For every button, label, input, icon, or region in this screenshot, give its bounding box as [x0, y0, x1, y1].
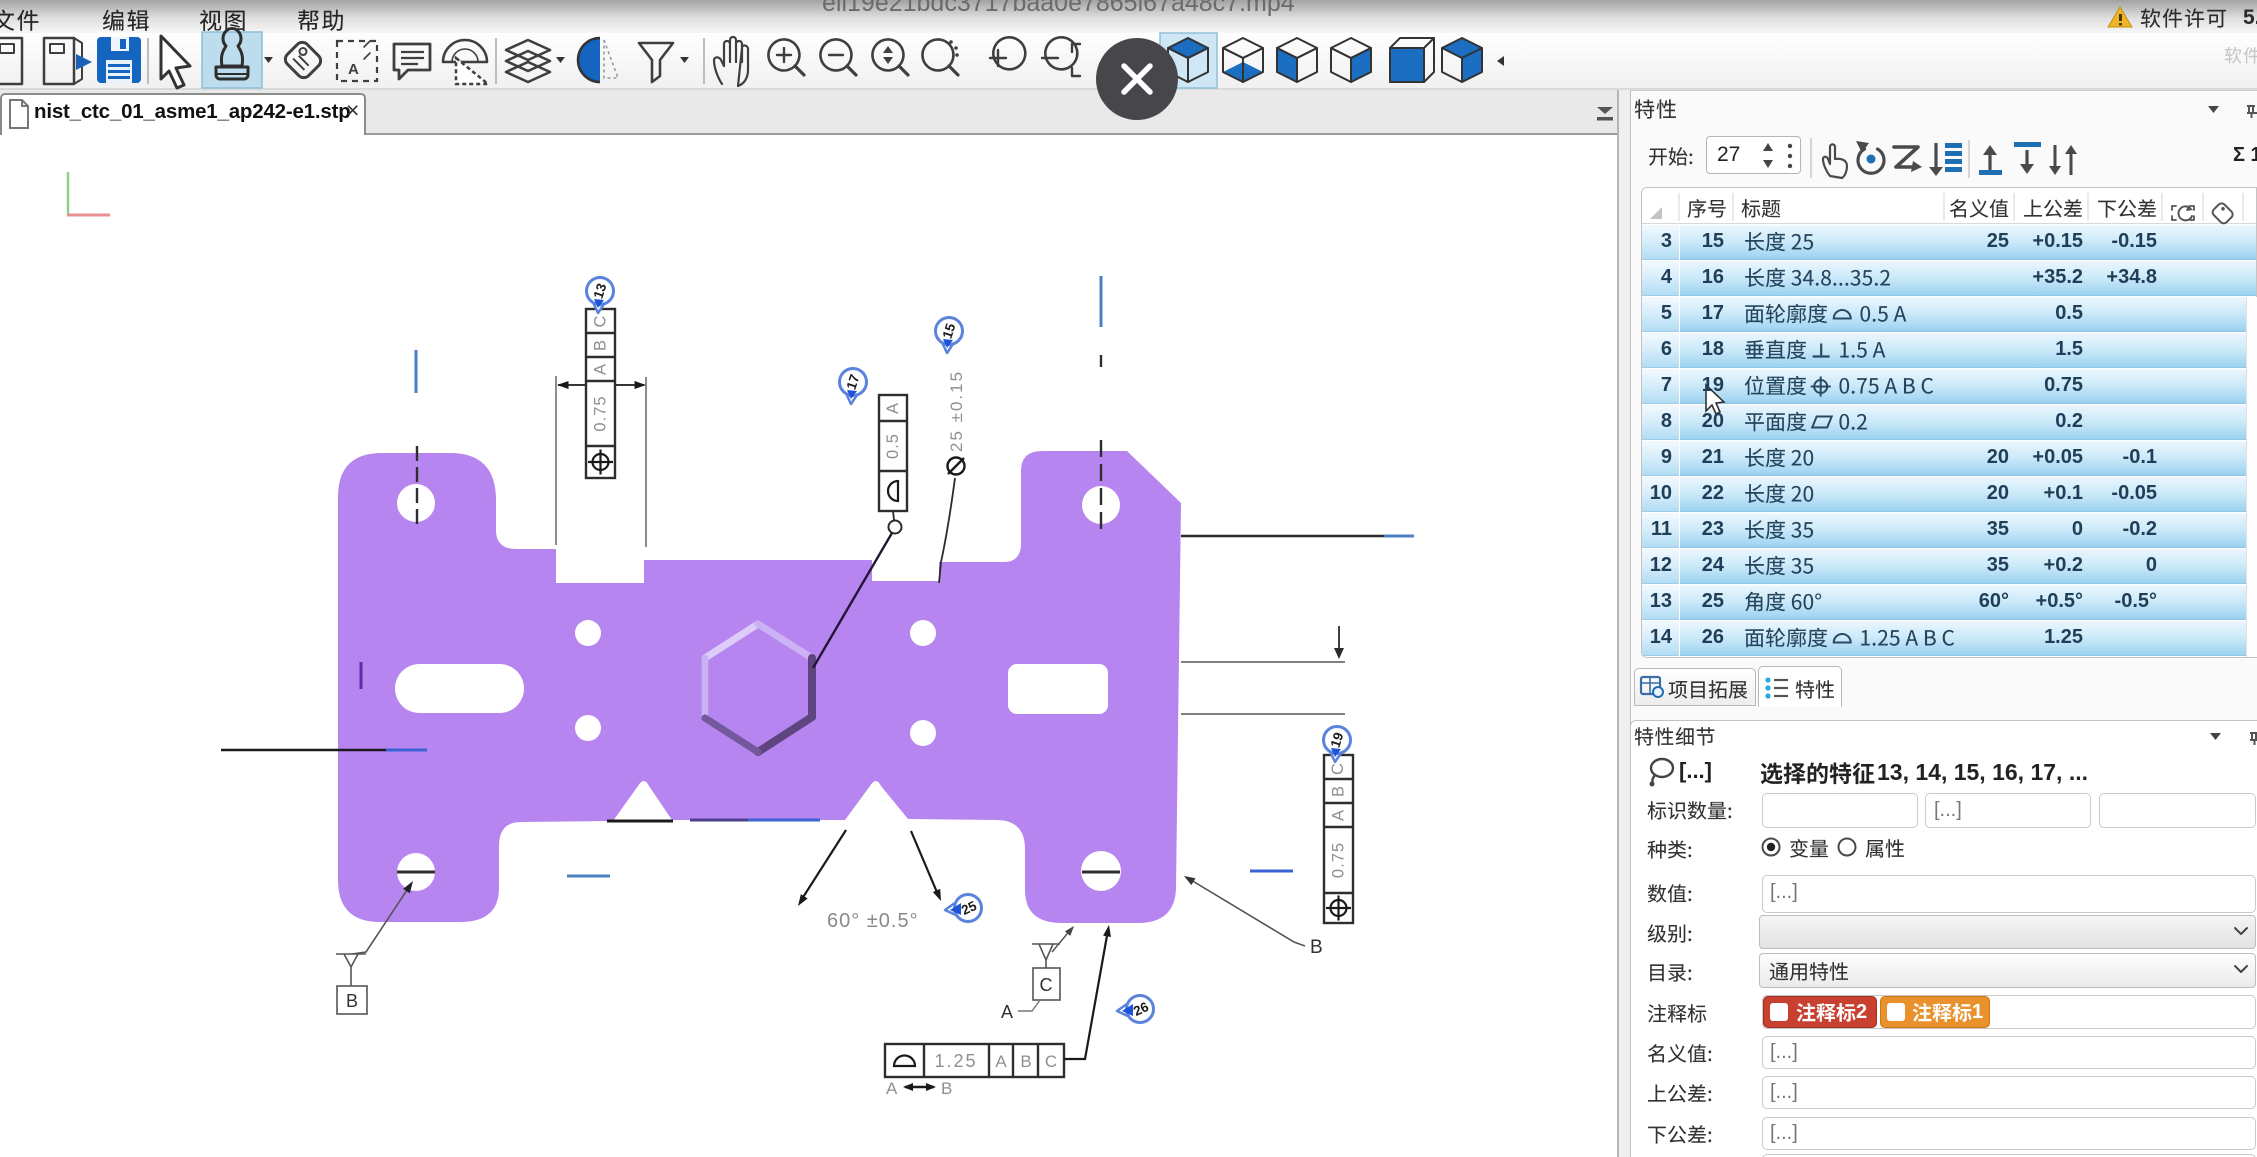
svg-text:A: A — [1001, 1002, 1013, 1022]
svg-text:A: A — [348, 61, 359, 78]
svg-text:A: A — [592, 363, 610, 375]
svg-text:A: A — [995, 1052, 1007, 1071]
svg-text:C: C — [1045, 1052, 1057, 1071]
svg-text:0.75: 0.75 — [592, 395, 610, 431]
svg-text:C: C — [1329, 763, 1347, 775]
svg-text:C: C — [1040, 975, 1053, 995]
svg-text:1.25: 1.25 — [934, 1051, 977, 1071]
svg-text:B: B — [1310, 937, 1323, 958]
svg-text:25 ±0.15: 25 ±0.15 — [947, 370, 966, 452]
svg-text:A: A — [1330, 809, 1348, 821]
svg-text:B: B — [1330, 785, 1348, 797]
svg-text:B: B — [592, 339, 610, 351]
svg-text:B: B — [1020, 1052, 1031, 1071]
svg-text:C: C — [592, 315, 610, 328]
svg-text:A: A — [884, 402, 902, 414]
svg-text:B: B — [346, 991, 358, 1011]
svg-text:0.75: 0.75 — [1330, 842, 1348, 878]
svg-text:B: B — [941, 1079, 952, 1098]
svg-text:60° ±0.5°: 60° ±0.5° — [827, 910, 919, 932]
svg-text:0.5: 0.5 — [884, 433, 902, 459]
svg-text:A: A — [886, 1079, 898, 1098]
